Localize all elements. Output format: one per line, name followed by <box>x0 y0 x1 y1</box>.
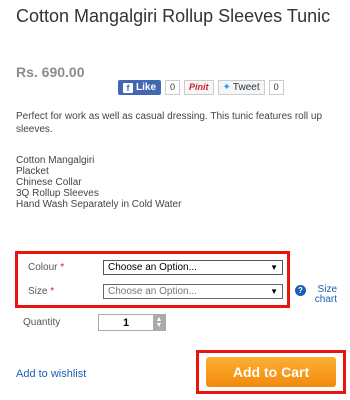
feature-item: 3Q Rollup Sleeves <box>16 188 99 199</box>
add-to-cart-button[interactable]: Add to Cart <box>206 357 336 387</box>
dropdown-arrow-icon: ▼ <box>270 263 278 272</box>
facebook-like-button[interactable]: f Like <box>118 80 162 95</box>
size-select[interactable]: Choose an Option... ▼ <box>103 284 283 299</box>
colour-select[interactable]: Choose an Option... ▼ <box>103 260 283 275</box>
spinner-arrows-icon[interactable]: ▲ ▼ <box>153 314 165 331</box>
feature-item: Hand Wash Separately in Cold Water <box>16 199 182 210</box>
add-to-wishlist-link[interactable]: Add to wishlist <box>16 368 86 380</box>
cart-highlight-box: Add to Cart <box>196 350 346 394</box>
colour-label: Colour * <box>28 262 65 273</box>
tweet-label: Tweet <box>232 82 260 93</box>
pinterest-pin-button[interactable]: Pinit <box>184 80 214 95</box>
colour-option-row: Colour * Choose an Option... ▼ <box>28 260 283 275</box>
twitter-icon: ✦ <box>222 82 231 93</box>
facebook-icon: f <box>123 82 133 93</box>
quantity-row: Quantity 1 ▲ ▼ <box>23 314 166 331</box>
size-chart-link[interactable]: ? Size chart <box>295 285 337 305</box>
product-description: Perfect for work as well as casual dress… <box>16 111 323 135</box>
size-select-value: Choose an Option... <box>108 286 197 297</box>
colour-select-value: Choose an Option... <box>108 262 197 273</box>
size-label: Size * <box>28 286 55 297</box>
facebook-like-count: 0 <box>165 80 181 95</box>
dropdown-arrow-icon: ▼ <box>270 287 278 296</box>
product-price: Rs. 690.00 <box>16 64 85 80</box>
facebook-like-label: Like <box>136 82 157 93</box>
feature-item: Placket <box>16 166 49 177</box>
size-option-row: Size * Choose an Option... ▼ <box>28 284 283 299</box>
options-highlight-box: Colour * Choose an Option... ▼ Size * Ch… <box>15 251 290 308</box>
product-title: Cotton Mangalgiri Rollup Sleeves Tunic <box>16 6 331 26</box>
tweet-button[interactable]: ✦ Tweet <box>217 80 265 95</box>
required-mark: * <box>60 262 65 273</box>
help-icon: ? <box>295 285 306 296</box>
product-features: Cotton Mangalgiri Placket Chinese Collar… <box>16 155 181 210</box>
social-share-bar: f Like 0 Pinit ✦ Tweet 0 <box>118 80 284 95</box>
tweet-count: 0 <box>268 80 284 95</box>
quantity-label: Quantity <box>23 317 61 328</box>
feature-item: Chinese Collar <box>16 177 82 188</box>
required-mark: * <box>50 286 55 297</box>
quantity-input[interactable]: 1 <box>99 317 153 329</box>
quantity-stepper[interactable]: 1 ▲ ▼ <box>98 314 166 331</box>
size-chart-label: Size chart <box>314 284 337 305</box>
feature-item: Cotton Mangalgiri <box>16 155 95 166</box>
